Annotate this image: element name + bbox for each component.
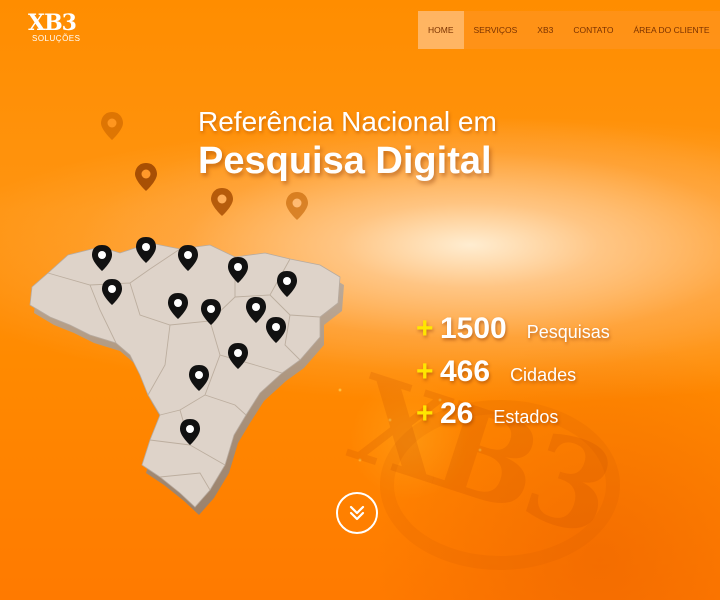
scroll-down-button[interactable] bbox=[336, 492, 378, 534]
stat-label: Cidades bbox=[510, 365, 577, 385]
stat-value: 1500 bbox=[440, 312, 507, 345]
logo-mark: XB3 bbox=[28, 10, 77, 36]
nav-item-home[interactable]: Home bbox=[418, 11, 464, 49]
nav-item-area-do-cliente[interactable]: Área do Cliente bbox=[624, 11, 720, 49]
stat-value: 466 bbox=[440, 355, 491, 388]
plus-icon: + bbox=[416, 312, 434, 345]
plus-icon: + bbox=[416, 355, 434, 388]
stat-pesquisas: + 1500 Pesquisas bbox=[416, 312, 610, 346]
stat-estados: + 26 Estados bbox=[416, 397, 558, 431]
main-nav: Home Serviços XB3 Contato Área do Client… bbox=[418, 11, 720, 49]
stat-label: Pesquisas bbox=[526, 322, 610, 342]
hero-headline-line2: Pesquisa Digital bbox=[198, 140, 492, 182]
plus-icon: + bbox=[416, 397, 434, 430]
stat-value: 26 bbox=[440, 397, 474, 430]
nav-item-servicos[interactable]: Serviços bbox=[464, 11, 528, 49]
double-chevron-down-icon bbox=[349, 505, 365, 521]
logo[interactable]: XB3 SOLUÇÕES bbox=[28, 12, 88, 52]
nav-item-xb3[interactable]: XB3 bbox=[527, 11, 563, 49]
logo-subtitle: SOLUÇÕES bbox=[32, 34, 81, 43]
stat-cidades: + 466 Cidades bbox=[416, 355, 576, 389]
brazil-map bbox=[29, 237, 344, 515]
nav-item-contato[interactable]: Contato bbox=[563, 11, 623, 49]
stat-label: Estados bbox=[493, 407, 559, 427]
hero-headline-line1: Referência Nacional em bbox=[198, 106, 497, 137]
